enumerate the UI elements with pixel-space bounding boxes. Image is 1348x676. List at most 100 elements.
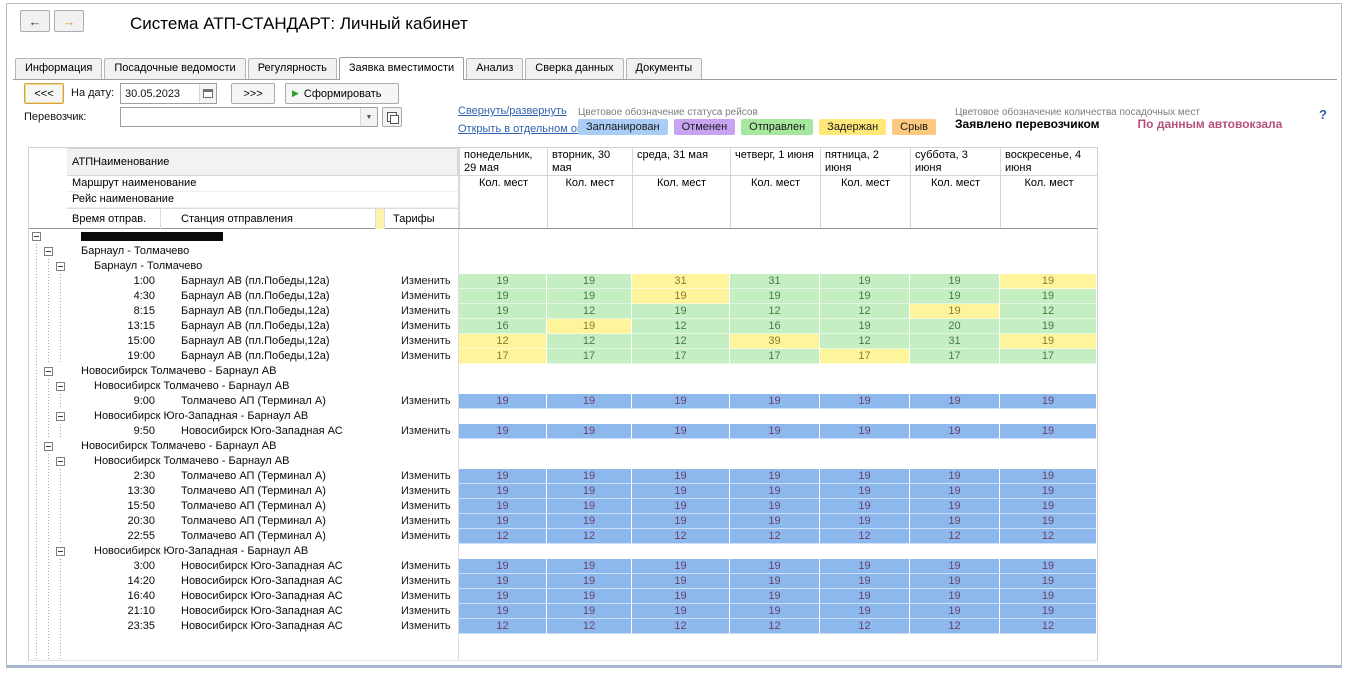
seats-cell[interactable]: 12 [730,619,820,634]
edit-link[interactable]: Изменить [385,424,458,439]
seats-cell[interactable]: 19 [1000,574,1097,589]
seats-cell[interactable]: 12 [459,619,547,634]
tree-expander-icon[interactable] [56,262,65,271]
seats-cell[interactable]: 19 [459,499,547,514]
seats-cell[interactable]: 19 [730,469,820,484]
seats-cell[interactable]: 19 [547,589,632,604]
seats-cell[interactable]: 19 [547,394,632,409]
edit-link[interactable]: Изменить [385,484,458,499]
seats-cell[interactable]: 19 [820,589,910,604]
seats-cell[interactable]: 12 [547,334,632,349]
seats-cell[interactable]: 12 [632,334,730,349]
seats-cell[interactable]: 19 [910,514,1000,529]
seats-cell[interactable]: 19 [632,484,730,499]
seats-cell[interactable]: 17 [1000,349,1097,364]
seats-cell[interactable]: 19 [459,559,547,574]
seats-cell[interactable]: 19 [632,604,730,619]
seats-cell[interactable]: 19 [632,394,730,409]
seats-cell[interactable]: 19 [730,514,820,529]
seats-cell[interactable]: 19 [820,484,910,499]
seats-cell[interactable]: 17 [632,349,730,364]
seats-cell[interactable]: 19 [459,394,547,409]
edit-link[interactable]: Изменить [385,529,458,544]
seats-cell[interactable]: 19 [910,289,1000,304]
seats-cell[interactable]: 19 [547,424,632,439]
seats-cell[interactable]: 19 [632,424,730,439]
seats-cell[interactable]: 19 [1000,499,1097,514]
seats-cell[interactable]: 19 [632,514,730,529]
edit-link[interactable]: Изменить [385,604,458,619]
trip-row[interactable]: 1:00Барнаул АВ (пл.Победы,12а)Изменить19… [29,274,1097,289]
tree-expander-icon[interactable] [56,382,65,391]
edit-link[interactable]: Изменить [385,319,458,334]
seats-cell[interactable]: 19 [1000,319,1097,334]
seats-cell[interactable]: 19 [1000,559,1097,574]
seats-cell[interactable]: 19 [459,304,547,319]
seats-cell[interactable]: 19 [1000,469,1097,484]
seats-cell[interactable]: 19 [910,604,1000,619]
tree-expander-icon[interactable] [44,367,53,376]
edit-link[interactable]: Изменить [385,394,458,409]
direction-row[interactable]: Новосибирск Толмачево - Барнаул АВ [29,379,1097,394]
edit-link[interactable]: Изменить [385,349,458,364]
tree-expander-icon[interactable] [44,247,53,256]
edit-link[interactable]: Изменить [385,559,458,574]
trip-row[interactable]: 15:00Барнаул АВ (пл.Победы,12а)Изменить1… [29,334,1097,349]
date-input[interactable] [121,84,199,103]
edit-link[interactable]: Изменить [385,589,458,604]
trip-row[interactable]: 4:30Барнаул АВ (пл.Победы,12а)Изменить19… [29,289,1097,304]
next-period-button[interactable]: >>> [231,83,275,104]
tab-data-reconciliation[interactable]: Сверка данных [525,58,623,79]
tab-boarding-sheets[interactable]: Посадочные ведомости [104,58,245,79]
seats-cell[interactable]: 19 [730,394,820,409]
seats-cell[interactable]: 12 [1000,529,1097,544]
seats-cell[interactable]: 31 [910,334,1000,349]
carrier-input[interactable] [121,108,360,126]
seats-cell[interactable]: 17 [459,349,547,364]
seats-cell[interactable]: 12 [820,529,910,544]
route-group-row[interactable]: Новосибирск Толмачево - Барнаул АВ [29,439,1097,454]
tree-expander-icon[interactable] [56,547,65,556]
route-group-row[interactable]: Новосибирск Толмачево - Барнаул АВ [29,364,1097,379]
seats-cell[interactable]: 19 [820,469,910,484]
seats-cell[interactable]: 12 [820,334,910,349]
seats-cell[interactable]: 12 [632,529,730,544]
seats-cell[interactable]: 19 [547,319,632,334]
seats-cell[interactable]: 19 [1000,424,1097,439]
seats-cell[interactable]: 19 [910,574,1000,589]
edit-link[interactable]: Изменить [385,274,458,289]
seats-cell[interactable]: 19 [1000,484,1097,499]
seats-cell[interactable]: 19 [730,589,820,604]
seats-cell[interactable]: 19 [820,424,910,439]
seats-cell[interactable]: 19 [459,574,547,589]
seats-cell[interactable]: 39 [730,334,820,349]
seats-cell[interactable]: 12 [910,619,1000,634]
seats-cell[interactable]: 19 [632,589,730,604]
seats-cell[interactable]: 17 [820,349,910,364]
seats-cell[interactable]: 19 [459,289,547,304]
trip-row[interactable]: 20:30Толмачево АП (Терминал А)Изменить19… [29,514,1097,529]
seats-cell[interactable]: 12 [820,304,910,319]
seats-cell[interactable]: 19 [1000,334,1097,349]
seats-cell[interactable]: 19 [632,289,730,304]
seats-cell[interactable]: 19 [910,469,1000,484]
seats-cell[interactable]: 19 [820,559,910,574]
seats-cell[interactable]: 19 [730,484,820,499]
seats-cell[interactable]: 17 [547,349,632,364]
seats-cell[interactable]: 12 [820,619,910,634]
edit-link[interactable]: Изменить [385,469,458,484]
seats-cell[interactable]: 19 [730,559,820,574]
seats-cell[interactable]: 19 [820,499,910,514]
tree-expander-icon[interactable] [32,232,41,241]
seats-cell[interactable]: 16 [730,319,820,334]
seats-cell[interactable]: 19 [820,319,910,334]
seats-cell[interactable]: 19 [547,514,632,529]
seats-cell[interactable]: 19 [730,604,820,619]
seats-cell[interactable]: 12 [459,334,547,349]
generate-button[interactable]: ▶ Сформировать [285,83,399,104]
open-in-window-link[interactable]: Открыть в отдельном окне [458,123,594,135]
seats-cell[interactable]: 19 [820,574,910,589]
seats-cell[interactable]: 19 [632,574,730,589]
edit-link[interactable]: Изменить [385,574,458,589]
edit-link[interactable]: Изменить [385,514,458,529]
